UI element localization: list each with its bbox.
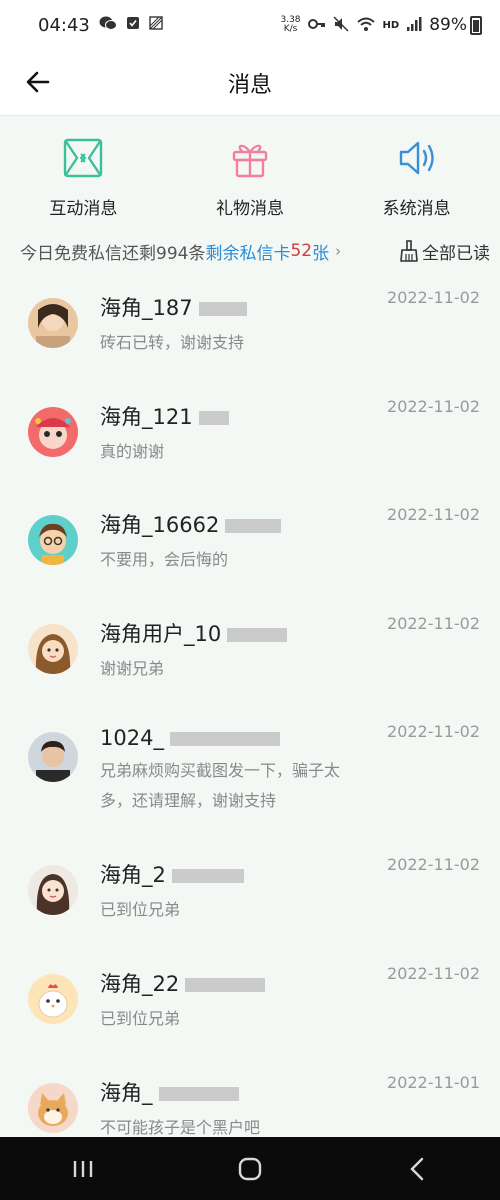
- header: 消息: [0, 50, 500, 116]
- recents-icon: [74, 1160, 93, 1177]
- message-date: 2022-11-02: [387, 288, 480, 307]
- gift-icon: [232, 144, 268, 178]
- category-interaction[interactable]: 互动消息: [0, 136, 167, 226]
- message-date: 2022-11-02: [387, 505, 480, 525]
- message-item[interactable]: 1024_ 兄弟麻烦购买截图发一下，骗子太多，还请理解，谢谢支持 2022-11…: [0, 712, 500, 845]
- back-nav-button[interactable]: [387, 1149, 447, 1189]
- message-preview: 兄弟麻烦购买截图发一下，骗子太多，还请理解，谢谢支持: [100, 761, 341, 811]
- home-button[interactable]: [220, 1149, 280, 1189]
- avatar[interactable]: [28, 865, 78, 916]
- speaker-icon: [399, 141, 434, 175]
- wechat-icon: [99, 15, 117, 36]
- read-all-button[interactable]: 全部已读: [399, 239, 490, 264]
- status-time: 04:43: [38, 14, 90, 36]
- category-gift[interactable]: 礼物消息: [167, 136, 334, 226]
- redacted-block: [169, 732, 280, 747]
- message-preview: 已到位兄弟: [100, 900, 181, 920]
- message-card-label[interactable]: 剩余私信卡: [205, 239, 290, 264]
- checkbox-icon: [126, 15, 140, 35]
- battery-icon: [470, 15, 482, 35]
- message-list: 海角_187 砖石已转，谢谢支持 2022-11-02 海角_121 真的谢谢 …: [0, 276, 500, 1171]
- message-preview: 已到位兄弟: [100, 1008, 181, 1028]
- avatar[interactable]: [28, 973, 78, 1024]
- status-right: 3.38 K/s HD 89%: [280, 15, 482, 35]
- redacted-block: [185, 977, 266, 992]
- arrow-left-icon: [26, 71, 50, 93]
- message-preview: 砖石已转，谢谢支持: [100, 333, 245, 352]
- redacted-block: [158, 1086, 239, 1101]
- message-item[interactable]: 海角_22 已到位兄弟 2022-11-02: [0, 954, 500, 1063]
- no-sim-icon: [149, 15, 163, 35]
- screen: 04:43 3.38 K/s HD 89% 消息 互动消息 礼物消息 系统消息 …: [0, 0, 500, 1200]
- message-preview: 不要用，会后悔的: [100, 550, 229, 570]
- free-message-count: 今日免费私信还剩994条: [20, 243, 206, 264]
- message-preview: 谢谢兄弟: [100, 658, 165, 678]
- back-button[interactable]: [20, 64, 56, 100]
- category-row: 互动消息 礼物消息 系统消息: [0, 116, 500, 226]
- system-nav-bar: [0, 1137, 500, 1200]
- message-item[interactable]: 海角_16662 不要用，会后悔的 2022-11-02: [0, 495, 500, 604]
- message-preview: 真的谢谢: [100, 441, 165, 461]
- sender-name-text: 海角_187: [100, 296, 193, 320]
- page-title: 消息: [227, 72, 272, 98]
- sender-name-text: 海角用户_10: [100, 621, 222, 646]
- sender-name-text: 海角_22: [100, 971, 180, 996]
- redacted-block: [227, 627, 288, 642]
- status-left: 04:43: [38, 15, 163, 36]
- redacted-block: [171, 869, 244, 884]
- message-date: 2022-11-02: [387, 855, 480, 875]
- status-bar: 04:43 3.38 K/s HD 89%: [0, 0, 500, 50]
- quota-info-row: 今日免费私信还剩994条 剩余私信卡 52 张 › 全部已读: [0, 226, 500, 276]
- signal-icon: [406, 16, 422, 35]
- message-date: 2022-11-01: [387, 1072, 480, 1092]
- avatar[interactable]: [28, 732, 78, 783]
- battery-level: 89%: [429, 15, 467, 35]
- message-item[interactable]: 海角用户_10 谢谢兄弟 2022-11-02: [0, 604, 500, 713]
- recent-apps-button[interactable]: [53, 1149, 113, 1189]
- hd-label: HD: [382, 19, 400, 31]
- message-card-unit[interactable]: 张: [312, 239, 329, 264]
- chevron-left-icon: [409, 1157, 423, 1180]
- avatar[interactable]: [28, 1082, 78, 1133]
- message-date: 2022-11-02: [387, 963, 480, 983]
- avatar[interactable]: [28, 298, 78, 348]
- message-item[interactable]: 海角_2 已到位兄弟 2022-11-02: [0, 845, 500, 954]
- redacted-block: [198, 410, 229, 425]
- sender-name-text: 海角_121: [100, 404, 193, 429]
- broom-icon: [400, 240, 418, 262]
- network-speed: 3.38 K/s: [280, 16, 300, 34]
- redacted-block: [225, 519, 282, 534]
- wifi-icon: [356, 16, 376, 35]
- sender-name-text: 海角_: [100, 1080, 153, 1105]
- battery-indicator: 89%: [429, 15, 482, 35]
- avatar[interactable]: [28, 623, 78, 674]
- category-system[interactable]: 系统消息: [333, 136, 500, 226]
- interaction-icon: [64, 138, 103, 178]
- avatar[interactable]: [28, 406, 78, 457]
- avatar[interactable]: [28, 515, 78, 566]
- message-item[interactable]: 海角_121 真的谢谢 2022-11-02: [0, 387, 500, 496]
- sender-name-text: 海角_16662: [100, 513, 220, 538]
- read-all-label: 全部已读: [422, 243, 490, 264]
- home-icon: [238, 1157, 262, 1180]
- message-date: 2022-11-02: [387, 396, 480, 416]
- chevron-right-icon[interactable]: ›: [335, 242, 341, 260]
- category-label: 系统消息: [382, 199, 451, 219]
- message-date: 2022-11-02: [387, 722, 480, 742]
- sender-name-text: 海角_2: [100, 863, 166, 888]
- mute-icon: [333, 15, 349, 35]
- category-label: 礼物消息: [216, 199, 284, 219]
- key-icon: [307, 18, 326, 33]
- category-label: 互动消息: [49, 199, 118, 219]
- message-card-count[interactable]: 52: [290, 241, 312, 261]
- message-item[interactable]: 海角_187 砖石已转，谢谢支持 2022-11-02: [0, 278, 500, 387]
- sender-name-text: 1024_: [100, 726, 164, 751]
- redacted-block: [198, 302, 247, 316]
- speed-unit: K/s: [283, 24, 298, 34]
- message-date: 2022-11-02: [387, 613, 480, 633]
